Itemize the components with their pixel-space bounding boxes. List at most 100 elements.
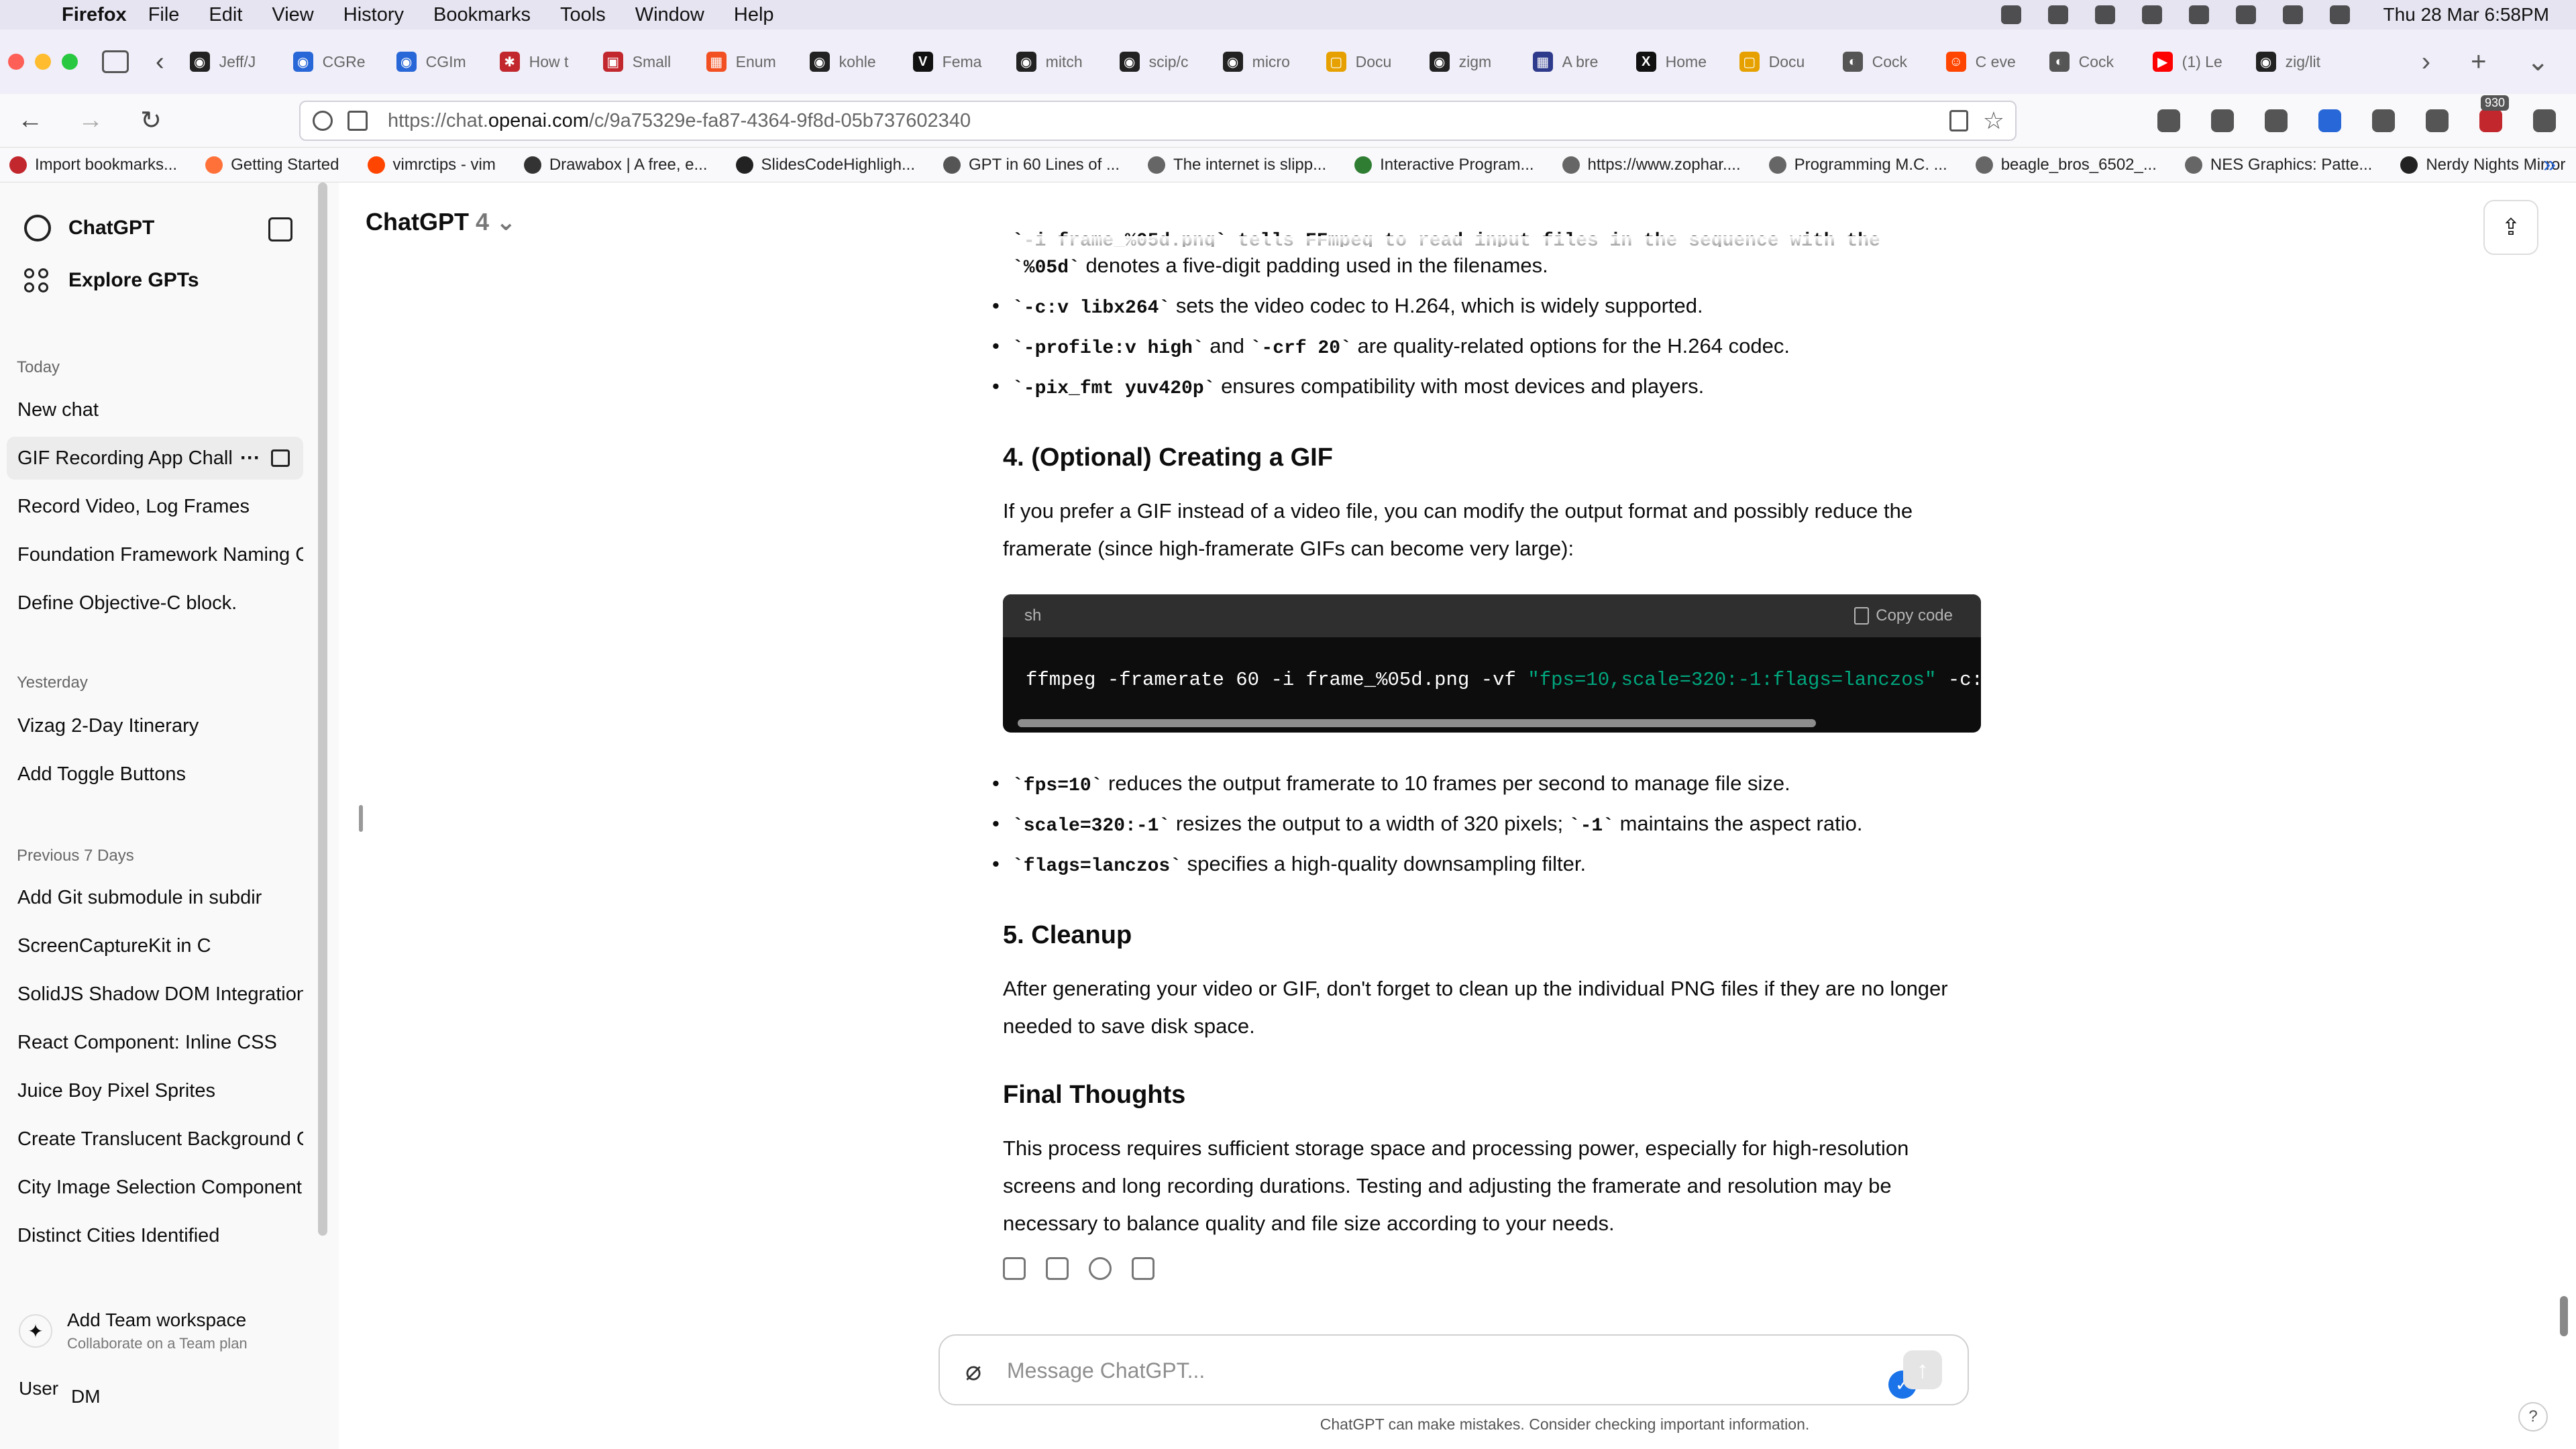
regenerate-icon[interactable] [1089,1257,1112,1280]
browser-tab[interactable]: ◉ CGRe [281,30,384,94]
bookmark-item[interactable]: beagle_bros_6502_... [1975,156,2157,174]
sidebar-chat-item[interactable]: Record Video, Log Frames [7,485,303,528]
menu-file[interactable]: File [148,4,180,26]
url-bar[interactable]: https://chat.openai.com/c/9a75329e-fa87-… [299,101,2017,141]
menu-window[interactable]: Window [635,4,704,26]
puzzle-icon[interactable] [2426,109,2449,132]
browser-tab[interactable]: ◉ zig/lit [2244,30,2347,94]
bookmark-item[interactable]: SlidesCodeHighligh... [735,156,915,174]
browser-tab[interactable]: ☺ C eve [1934,30,2037,94]
account-icon[interactable] [2265,109,2288,132]
bookmark-star-icon[interactable]: ☆ [1983,107,2004,135]
clock[interactable]: Thu 28 Mar 6:58PM [2383,4,2549,25]
browser-tab[interactable]: X Home [1624,30,1727,94]
reader-view-icon[interactable] [1949,110,1968,131]
tab-scroll-left-icon[interactable]: ‹ [156,48,164,76]
new-chat-icon[interactable] [268,217,292,241]
browser-tab[interactable]: ▢ Docu [1727,30,1831,94]
browser-tab[interactable]: ▣ Small [591,30,694,94]
sidebar-chat-item[interactable]: New chat [7,388,303,431]
bookmark-item[interactable]: Programming M.C. ... [1768,156,1947,174]
copy-code-button[interactable]: Copy code [1854,594,1953,637]
control-center-icon[interactable] [2329,5,2350,24]
code-text[interactable]: ffmpeg -framerate 60 -i frame_%05d.png -… [1026,661,1981,699]
bookmark-item[interactable]: Import bookmarks... [9,156,177,174]
bookmarks-overflow-icon[interactable]: » [2543,152,2556,178]
bitwarden-icon[interactable] [2318,109,2341,132]
extension-grid-icon[interactable] [2372,109,2395,132]
browser-tab[interactable]: ▢ Docu [1314,30,1417,94]
browser-tab[interactable]: ◉ micro [1211,30,1314,94]
lock-icon[interactable] [347,111,368,131]
tab-scroll-right-icon[interactable]: › [2422,47,2430,77]
bookmark-item[interactable]: Getting Started [205,156,339,174]
sidebar-chat-item[interactable]: Define Objective-C block. [7,582,303,625]
browser-tab[interactable]: ◐ Cock [2037,30,2141,94]
add-team-workspace[interactable]: ✦ Add Team workspace Collaborate on a Te… [19,1309,248,1352]
list-tabs-icon[interactable]: ⌄ [2526,46,2549,77]
sidebar-chat-item[interactable]: React Component: Inline CSS [7,1021,303,1064]
page-scrollbar[interactable] [2560,1296,2568,1336]
browser-tab[interactable]: ✱ How t [488,30,591,94]
status-icon[interactable] [2000,5,2021,24]
sidebar-chat-item[interactable]: Juice Boy Pixel Sprites [7,1069,303,1112]
battery-icon[interactable] [2235,5,2256,24]
forward-icon[interactable]: → [60,106,121,135]
help-button[interactable]: ? [2518,1402,2548,1432]
new-tab-icon[interactable]: + [2471,47,2486,77]
menu-view[interactable]: View [272,4,313,26]
copy-icon[interactable] [1046,1257,1069,1280]
browser-tab[interactable]: ◉ mitch [1004,30,1108,94]
menu-history[interactable]: History [343,4,404,26]
wifi-icon[interactable] [2188,5,2209,24]
sidebar-toggle-icon[interactable] [102,50,129,73]
explore-gpts-link[interactable]: Explore GPTs [24,268,199,292]
browser-tab[interactable]: ◉ kohle [798,30,901,94]
attach-icon[interactable]: ⌀ [965,1356,981,1387]
model-selector[interactable]: ChatGPT 4 ⌄ [366,208,516,236]
browser-tab[interactable]: ◉ CGIm [384,30,488,94]
pocket-icon[interactable] [2157,109,2180,132]
browser-tab[interactable]: V Fema [901,30,1004,94]
search-icon[interactable] [2282,5,2303,24]
sidebar-chat-item[interactable]: Create Translucent Background C [7,1118,303,1161]
bookmark-item[interactable]: Nerdy Nights Mirror [2400,156,2565,174]
shield-icon[interactable] [313,111,333,131]
sidebar-chat-item[interactable]: Distinct Cities Identified [7,1214,303,1257]
browser-tab[interactable]: ◉ scip/c [1108,30,1211,94]
bookmark-item[interactable]: GPT in 60 Lines of ... [943,156,1120,174]
read-aloud-icon[interactable] [1003,1257,1026,1280]
bookmark-item[interactable]: The internet is slipp... [1148,156,1326,174]
bookmark-item[interactable]: vimrctips - vim [367,156,496,174]
send-button[interactable]: ↑ [1903,1350,1942,1389]
archive-icon[interactable] [271,449,290,467]
sidebar-chat-item[interactable]: ScreenCaptureKit in C [7,924,303,967]
ublock-icon[interactable] [2479,109,2502,132]
more-options-icon[interactable]: ··· [240,447,260,470]
share-icon[interactable]: ⇪ [2483,200,2538,255]
sidebar-handle[interactable] [359,805,363,832]
maximize-window-button[interactable] [62,54,78,70]
sidebar-chat-item[interactable]: City Image Selection Component [7,1166,303,1209]
browser-tab[interactable]: ▦ A bre [1521,30,1624,94]
code-scrollbar[interactable] [1018,719,1816,727]
hamburger-menu-icon[interactable] [2533,109,2556,132]
status-icon[interactable] [2141,5,2162,24]
sidebar-scrollbar[interactable] [318,182,327,1236]
thumbs-down-icon[interactable] [1132,1257,1155,1280]
menu-bookmarks[interactable]: Bookmarks [433,4,531,26]
close-window-button[interactable] [8,54,24,70]
browser-tab[interactable]: ◐ Cock [1831,30,1934,94]
downloads-icon[interactable] [2211,109,2234,132]
back-icon[interactable]: ← [0,106,60,135]
url-text[interactable]: https://chat.openai.com/c/9a75329e-fa87-… [388,110,971,132]
sidebar-chat-item[interactable]: Add Toggle Buttons [7,753,303,796]
bookmark-item[interactable]: https://www.zophar.... [1562,156,1741,174]
status-icon[interactable] [2094,5,2115,24]
menu-edit[interactable]: Edit [209,4,242,26]
menu-help[interactable]: Help [734,4,774,26]
menu-tools[interactable]: Tools [560,4,606,26]
sidebar-chat-item[interactable]: GIF Recording App Challe ··· [7,437,303,480]
bookmark-item[interactable]: Drawabox | A free, e... [523,156,708,174]
sidebar-chat-item[interactable]: Foundation Framework Naming C [7,533,303,576]
